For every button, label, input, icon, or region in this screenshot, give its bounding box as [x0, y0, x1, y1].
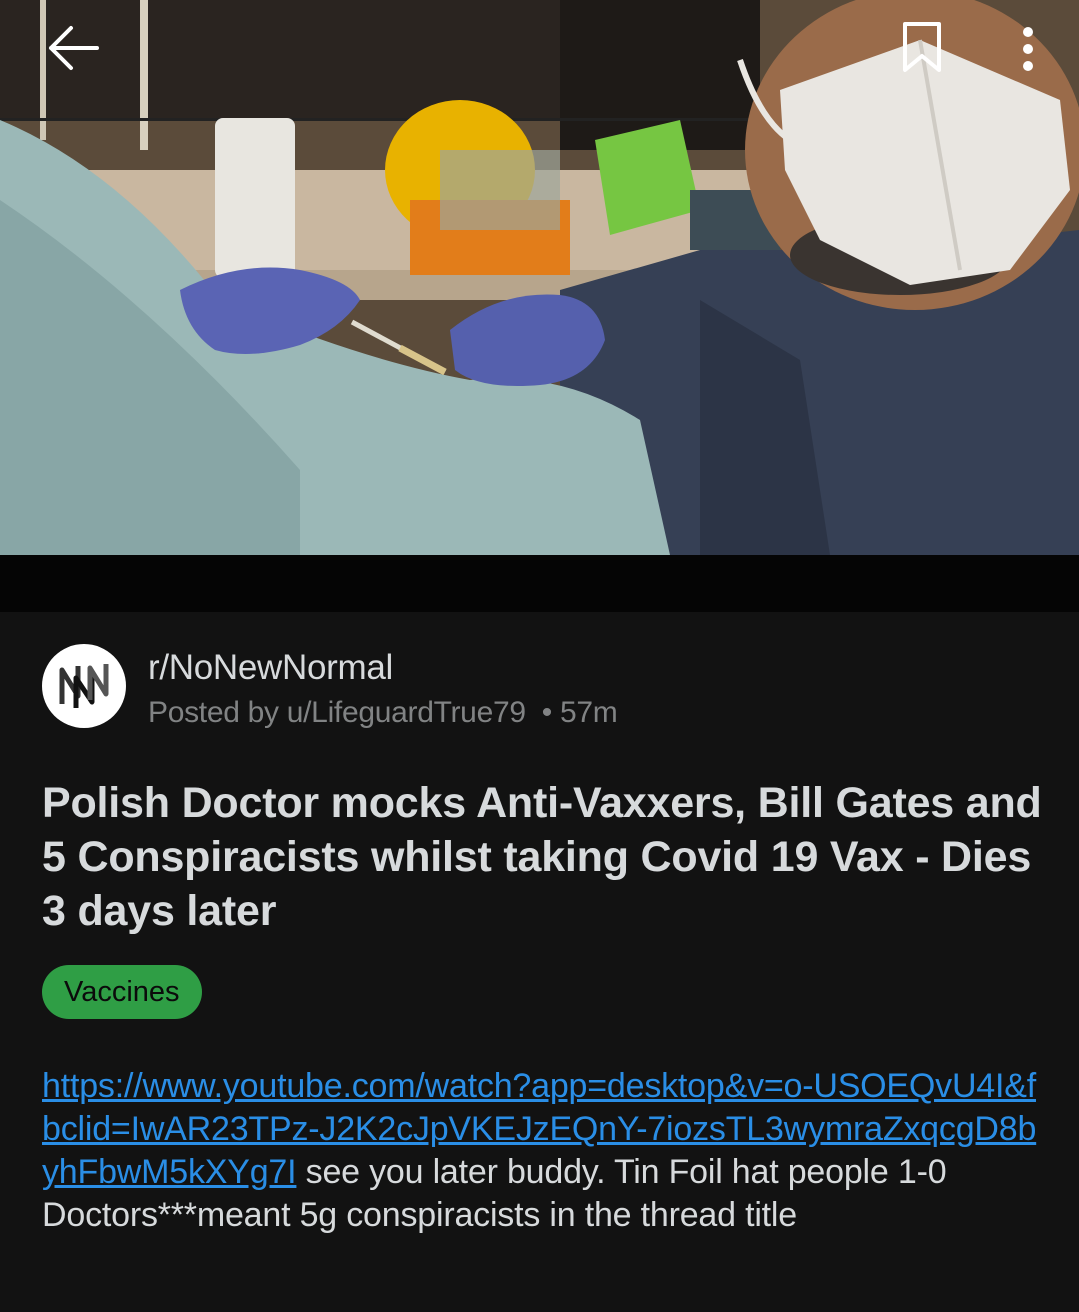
author-username[interactable]: u/LifeguardTrue79 — [287, 696, 526, 729]
back-button[interactable] — [38, 18, 108, 78]
bookmark-icon — [903, 22, 941, 72]
save-button[interactable] — [893, 16, 951, 78]
media-letterbox — [0, 555, 1079, 612]
meta-separator: • — [541, 696, 553, 729]
back-arrow-icon — [49, 26, 99, 70]
vaccination-photo — [0, 0, 1079, 555]
post-detail-screen: r/NoNewNormal Posted by u/LifeguardTrue7… — [0, 0, 1079, 1312]
post-title: Polish Doctor mocks Anti-Vaxxers, Bill G… — [42, 779, 1042, 935]
post-age: 57m — [559, 696, 618, 729]
post-meta: Posted by u/LifeguardTrue79 • 57m — [148, 696, 618, 730]
post-flair[interactable]: Vaccines — [42, 965, 202, 1019]
more-vertical-icon — [1023, 27, 1033, 71]
subreddit-name[interactable]: r/NoNewNormal — [148, 648, 393, 688]
posted-by-label: Posted by — [148, 696, 279, 729]
post-image[interactable] — [0, 0, 1079, 555]
post-body: https://www.youtube.com/watch?app=deskto… — [42, 1065, 1042, 1237]
post-header: r/NoNewNormal Posted by u/LifeguardTrue7… — [42, 642, 1042, 732]
subreddit-avatar[interactable] — [42, 644, 126, 728]
more-options-button[interactable] — [1006, 18, 1050, 80]
subreddit-logo-icon — [59, 664, 109, 708]
